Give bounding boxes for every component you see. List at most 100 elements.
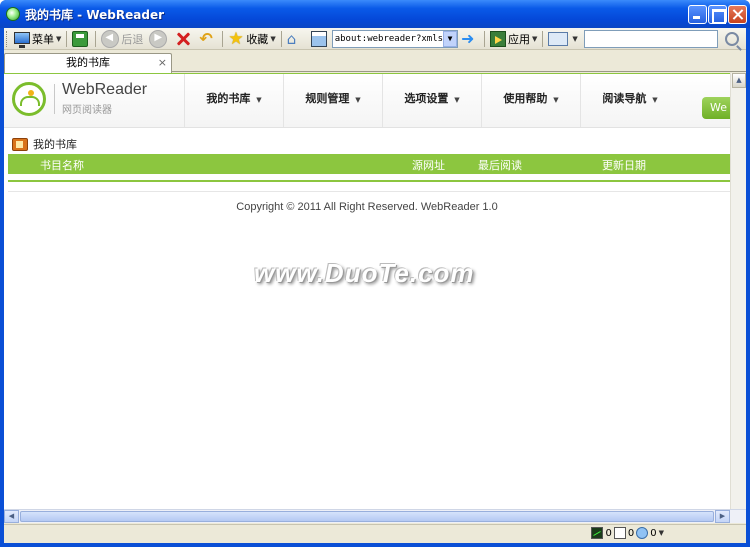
section-title: 我的书库 bbox=[12, 136, 77, 152]
popup-window-icon[interactable] bbox=[613, 527, 626, 539]
chevron-down-icon: ▼ bbox=[454, 96, 460, 104]
column-header-source-url[interactable]: 源网址 bbox=[412, 157, 445, 173]
footer-divider bbox=[8, 191, 730, 192]
search-input[interactable] bbox=[583, 29, 718, 48]
chevron-down-icon: ▼ bbox=[55, 34, 62, 43]
favorites-label: 收藏 bbox=[246, 32, 269, 46]
book-icon bbox=[12, 137, 28, 151]
client-area: 菜单 ▼ 后退 ↶ ★ 收藏 bbox=[4, 28, 746, 543]
search-icon bbox=[724, 31, 739, 46]
status-indicators: 0 0 0 ▼ bbox=[589, 527, 664, 539]
toolbar-separator bbox=[66, 30, 68, 47]
chevron-down-icon: ▼ bbox=[553, 96, 559, 104]
back-button[interactable]: 后退 bbox=[98, 29, 146, 49]
main-nav: 我的书库 ▼ 规则管理 ▼ 选项设置 ▼ 使用帮助 ▼ 阅读导航 ▼ bbox=[184, 74, 679, 127]
go-button[interactable]: ➜ bbox=[458, 29, 482, 49]
toolbar-separator bbox=[542, 30, 544, 47]
status-bar: 0 0 0 ▼ bbox=[4, 524, 746, 543]
address-input[interactable]: about:webreader?xmls=i bbox=[335, 34, 454, 44]
apps-label: 应用 bbox=[508, 32, 531, 46]
home-button[interactable]: ⌂ bbox=[284, 29, 308, 49]
section-title-label: 我的书库 bbox=[33, 138, 77, 151]
webreader-logo-icon bbox=[12, 82, 46, 116]
address-bar[interactable]: about:webreader?xmls=i ▼ bbox=[331, 29, 459, 48]
toolbar-separator bbox=[222, 30, 224, 47]
logo-subtitle: 网页阅读器 bbox=[62, 105, 112, 116]
nav-label: 规则管理 bbox=[305, 92, 350, 105]
chevron-down-icon: ▼ bbox=[355, 96, 361, 104]
scroll-up-icon[interactable]: ▲ bbox=[732, 73, 746, 88]
chevron-down-icon: ▼ bbox=[652, 96, 658, 104]
site-header: WebReader 网页阅读器 我的书库 ▼ 规则管理 ▼ 选项设置 ▼ 使用帮… bbox=[4, 73, 730, 128]
table-bottom-rule bbox=[8, 180, 730, 182]
search-engine-icon bbox=[548, 31, 569, 46]
title-bar[interactable]: 我的书库 - WebReader bbox=[0, 0, 750, 28]
horizontal-scroll-thumb[interactable] bbox=[20, 511, 714, 522]
scroll-left-icon[interactable]: ◀ bbox=[4, 510, 19, 523]
search-engine-button[interactable]: ▼ bbox=[545, 29, 580, 49]
toolbar-separator bbox=[280, 30, 282, 47]
apps-button[interactable]: 应用 ▼ bbox=[487, 29, 540, 49]
status-count-messages: 0 bbox=[650, 527, 657, 539]
nav-label: 选项设置 bbox=[404, 92, 449, 105]
nav-rule-management[interactable]: 规则管理 ▼ bbox=[283, 74, 382, 127]
nav-help[interactable]: 使用帮助 ▼ bbox=[481, 74, 580, 127]
column-header-last-read[interactable]: 最后阅读 bbox=[478, 157, 522, 173]
go-arrow-icon: ➜ bbox=[461, 28, 475, 48]
column-header-update-date[interactable]: 更新日期 bbox=[602, 157, 646, 173]
nav-label: 使用帮助 bbox=[503, 92, 548, 105]
forward-button[interactable] bbox=[146, 29, 172, 49]
main-toolbar: 菜单 ▼ 后退 ↶ ★ 收藏 bbox=[4, 28, 746, 50]
scroll-right-icon[interactable]: ▶ bbox=[715, 510, 730, 523]
toolbar-separator bbox=[95, 30, 97, 47]
logo-divider bbox=[54, 84, 55, 114]
column-header-title[interactable]: 书目名称 bbox=[40, 157, 84, 173]
toolbar-grip[interactable] bbox=[6, 30, 9, 47]
status-count-popups: 0 bbox=[627, 527, 635, 539]
address-dropdown-icon[interactable]: ▼ bbox=[443, 30, 458, 47]
chevron-down-icon[interactable]: ▼ bbox=[659, 529, 664, 537]
chevron-down-icon: ▼ bbox=[256, 96, 262, 104]
refresh-button[interactable]: ↶ bbox=[196, 29, 220, 49]
nav-label: 阅读导航 bbox=[602, 92, 647, 105]
nav-my-library[interactable]: 我的书库 ▼ bbox=[184, 74, 283, 127]
vertical-scrollbar[interactable]: ▲ bbox=[730, 73, 746, 509]
window-title: 我的书库 - WebReader bbox=[25, 8, 164, 22]
nav-options[interactable]: 选项设置 ▼ bbox=[382, 74, 481, 127]
horizontal-scrollbar[interactable]: ◀ ▶ bbox=[4, 509, 746, 523]
nav-green-button[interactable]: We bbox=[702, 97, 730, 119]
watermark-text: www.DuoTe.com bbox=[254, 258, 475, 288]
star-icon: ★ bbox=[228, 28, 244, 49]
tab-bar: 我的书库 × bbox=[4, 51, 746, 73]
search-button[interactable] bbox=[718, 29, 746, 49]
nav-reading-guide[interactable]: 阅读导航 ▼ bbox=[580, 74, 679, 127]
toolbar-separator bbox=[484, 30, 486, 47]
app-icon bbox=[6, 7, 20, 21]
tab-close-icon[interactable]: × bbox=[158, 54, 167, 72]
maximize-icon bbox=[709, 6, 726, 24]
nav-label: 我的书库 bbox=[206, 92, 251, 105]
new-window-button[interactable] bbox=[308, 29, 332, 49]
minimize-icon bbox=[689, 6, 706, 23]
save-button[interactable] bbox=[69, 29, 93, 49]
message-icon[interactable] bbox=[636, 527, 649, 539]
menu-button[interactable]: 菜单 ▼ bbox=[11, 29, 64, 49]
apps-icon bbox=[490, 30, 507, 47]
stop-button[interactable] bbox=[172, 29, 196, 49]
back-label: 后退 bbox=[121, 32, 144, 46]
logo-title: WebReader bbox=[62, 81, 148, 98]
refresh-icon: ↶ bbox=[199, 28, 213, 48]
traffic-graph-icon[interactable] bbox=[591, 527, 604, 539]
save-icon bbox=[72, 30, 89, 47]
page-content: WebReader 网页阅读器 我的书库 ▼ 规则管理 ▼ 选项设置 ▼ 使用帮… bbox=[4, 73, 730, 509]
favorites-button[interactable]: ★ 收藏 ▼ bbox=[225, 29, 278, 49]
minimize-button[interactable] bbox=[688, 5, 707, 24]
maximize-button[interactable] bbox=[708, 5, 727, 24]
chevron-down-icon: ▼ bbox=[270, 34, 276, 43]
tab-label: 我的书库 bbox=[66, 56, 110, 69]
stop-icon bbox=[175, 31, 191, 47]
close-button[interactable] bbox=[728, 5, 747, 24]
status-count-traffic: 0 bbox=[605, 527, 612, 539]
tab-my-library[interactable]: 我的书库 × bbox=[4, 53, 172, 73]
monitor-icon bbox=[13, 31, 30, 48]
